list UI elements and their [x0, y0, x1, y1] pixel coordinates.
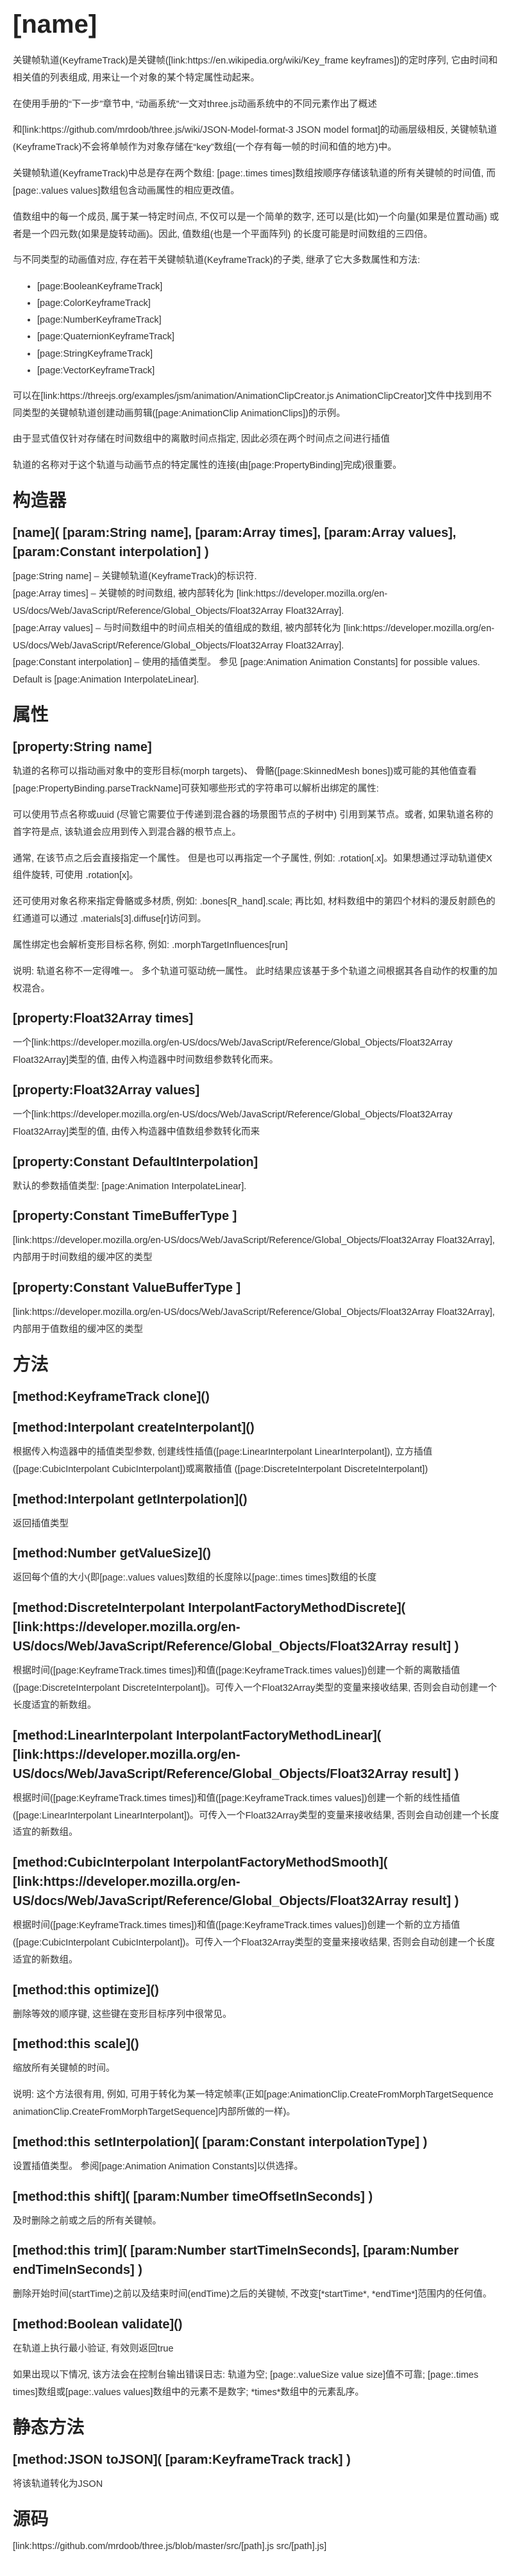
method-paragraph: 及时删除之前或之后的所有关键帧。 — [13, 2216, 162, 2226]
property-paragraph: 一个[link:https://developer.mozilla.org/en… — [13, 1109, 453, 1137]
property-paragraph: 还可使用对象名称来指定骨骼或多材质, 例如: .bones[R_hand].sc… — [13, 897, 496, 925]
method-create-interpolant-heading: [method:Interpolant createInterpolant]() — [13, 1421, 255, 1436]
intro-paragraph: 可以在[link:https://threejs.org/examples/js… — [13, 391, 492, 419]
property-paragraph: 一个[link:https://developer.mozilla.org/en… — [13, 1038, 453, 1066]
method-paragraph: 说明: 这个方法很有用, 例如, 可用于转化为某一特定帧率(正如[page:An… — [13, 2090, 494, 2118]
method-validate-heading: [method:Boolean validate]() — [13, 2318, 183, 2332]
static-methods-heading: 静态方法 — [13, 2416, 85, 2437]
method-discrete-heading: [method:DiscreteInterpolant InterpolantF… — [13, 1601, 459, 1654]
property-paragraph: [link:https://developer.mozilla.org/en-U… — [13, 1235, 495, 1264]
intro-paragraph: 值数组中的每一个成员, 属于某一特定时间点, 不仅可以是一个简单的数字, 还可以… — [13, 212, 500, 240]
intro-paragraph: 轨道的名称对于这个轨道与动画节点的特定属性的连接(由[page:Property… — [13, 461, 402, 471]
method-paragraph: 将该轨道转化为JSON — [13, 2479, 103, 2490]
method-paragraph: 根据时间([page:KeyframeTrack.times times])和值… — [13, 1793, 500, 1838]
property-paragraph: 默认的参数插值类型: [page:Animation InterpolateLi… — [13, 1181, 247, 1192]
method-shift-heading: [method:this shift]( [param:Number timeO… — [13, 2189, 373, 2204]
method-paragraph: 删除等效的顺序键, 这些键在变形目标序列中很常见。 — [13, 2009, 232, 2020]
property-paragraph: 通常, 在该节点之后会直接指定一个属性。 但是也可以再指定一个子属性, 例如: … — [13, 853, 492, 881]
property-name-heading: [property:String name] — [13, 740, 152, 755]
property-paragraph: 轨道的名称可以指动画对象中的变形目标(morph targets)、 骨骼([p… — [13, 767, 477, 795]
source-link[interactable]: [link:https://github.com/mrdoob/three.js… — [13, 2538, 500, 2555]
property-times-heading: [property:Float32Array times] — [13, 1012, 194, 1026]
property-paragraph: 说明: 轨道名称不一定得唯一。 多个轨道可驱动统一属性。 此时结果应该基于多个轨… — [13, 966, 498, 994]
subclass-item[interactable]: [page:VectorKeyframeTrack] — [37, 362, 500, 379]
method-paragraph: 在轨道上执行最小验证, 有效则返回true — [13, 2344, 174, 2355]
property-paragraph: [link:https://developer.mozilla.org/en-U… — [13, 1307, 495, 1335]
doc-page: [name] 关键帧轨道(KeyframeTrack)是关键帧([link:ht… — [0, 9, 513, 2555]
method-linear-heading: [method:LinearInterpolant InterpolantFac… — [13, 1728, 459, 1781]
subclass-item[interactable]: [page:ColorKeyframeTrack] — [37, 295, 500, 312]
properties-heading: 属性 — [13, 704, 49, 725]
intro-paragraph: 关键帧轨道(KeyframeTrack)中总是存在两个数组: [page:.ti… — [13, 169, 496, 196]
method-get-interpolation-heading: [method:Interpolant getInterpolation]() — [13, 1492, 248, 1507]
method-paragraph: 设置插值类型。 参阅[page:Animation Animation Cons… — [13, 2161, 303, 2172]
intro-paragraph: 在使用手册的“下一步”章节中, “动画系统”一文对three.js动画系统中的不… — [13, 99, 377, 110]
method-paragraph: 根据传入构造器中的插值类型参数, 创建线性插值([page:LinearInte… — [13, 1447, 433, 1475]
subclass-item[interactable]: [page:QuaternionKeyframeTrack] — [37, 328, 500, 345]
property-default-interpolation-heading: [property:Constant DefaultInterpolation] — [13, 1155, 258, 1169]
method-paragraph: 如果出现以下情况, 该方法会在控制台输出错误日志: 轨道为空; [page:.v… — [13, 2370, 478, 2398]
property-paragraph: 属性绑定也会解析变形目标名称, 例如: .morphTargetInfluenc… — [13, 940, 288, 951]
constructor-signature: [name]( [param:String name], [param:Arra… — [13, 526, 457, 560]
property-values-heading: [property:Float32Array values] — [13, 1083, 200, 1097]
property-time-buffer-type-heading: [property:Constant TimeBufferType ] — [13, 1209, 237, 1224]
method-trim-heading: [method:this trim]( [param:Number startT… — [13, 2244, 459, 2278]
methods-heading: 方法 — [13, 1353, 49, 1374]
method-paragraph: 返回每个值的大小(即[page:.values values]数组的长度除以[p… — [13, 1573, 377, 1584]
method-paragraph: 根据时间([page:KeyframeTrack.times times])和值… — [13, 1920, 495, 1965]
constructor-heading: 构造器 — [13, 489, 67, 510]
intro-paragraph: 与不同类型的动画值对应, 存在若干关键帧轨道(KeyframeTrack)的子类… — [13, 255, 421, 266]
method-smooth-heading: [method:CubicInterpolant InterpolantFact… — [13, 1856, 459, 1909]
subclass-item[interactable]: [page:BooleanKeyframeTrack] — [37, 278, 500, 295]
subclass-item[interactable]: [page:StringKeyframeTrack] — [37, 346, 500, 362]
method-set-interpolation-heading: [method:this setInterpolation]( [param:C… — [13, 2135, 428, 2149]
method-tojson-heading: [method:JSON toJSON]( [param:KeyframeTra… — [13, 2453, 351, 2468]
method-paragraph: 返回插值类型 — [13, 1518, 69, 1529]
intro-paragraph: 和[link:https://github.com/mrdoob/three.j… — [13, 125, 497, 153]
method-optimize-heading: [method:this optimize]() — [13, 1983, 159, 1997]
source-heading: 源码 — [13, 2508, 49, 2529]
method-clone-heading: [method:KeyframeTrack clone]() — [13, 1390, 210, 1405]
property-value-buffer-type-heading: [property:Constant ValueBufferType ] — [13, 1281, 241, 1296]
intro-paragraph: 关键帧轨道(KeyframeTrack)是关键帧([link:https://e… — [13, 56, 498, 83]
subclass-list: [page:BooleanKeyframeTrack] [page:ColorK… — [13, 278, 500, 379]
page-title: [name] — [13, 10, 97, 38]
method-get-value-size-heading: [method:Number getValueSize]() — [13, 1546, 211, 1561]
intro-paragraph: 由于显式值仅针对存储在时间数组中的离散时间点指定, 因此必须在两个时间点之间进行… — [13, 434, 391, 445]
method-paragraph: 缩放所有关键帧的时间。 — [13, 2063, 115, 2074]
subclass-item[interactable]: [page:NumberKeyframeTrack] — [37, 312, 500, 328]
property-paragraph: 可以使用节点名称或uuid (尽管它需要位于传递到混合器的场景图节点的子树中) … — [13, 810, 494, 838]
constructor-description: [page:String name] – 关键帧轨道(KeyframeTrack… — [13, 572, 494, 686]
method-paragraph: 删除开始时间(startTime)之前以及结束时间(endTime)之后的关键帧… — [13, 2289, 492, 2300]
method-paragraph: 根据时间([page:KeyframeTrack.times times])和值… — [13, 1666, 497, 1711]
method-scale-heading: [method:this scale]() — [13, 2037, 139, 2052]
